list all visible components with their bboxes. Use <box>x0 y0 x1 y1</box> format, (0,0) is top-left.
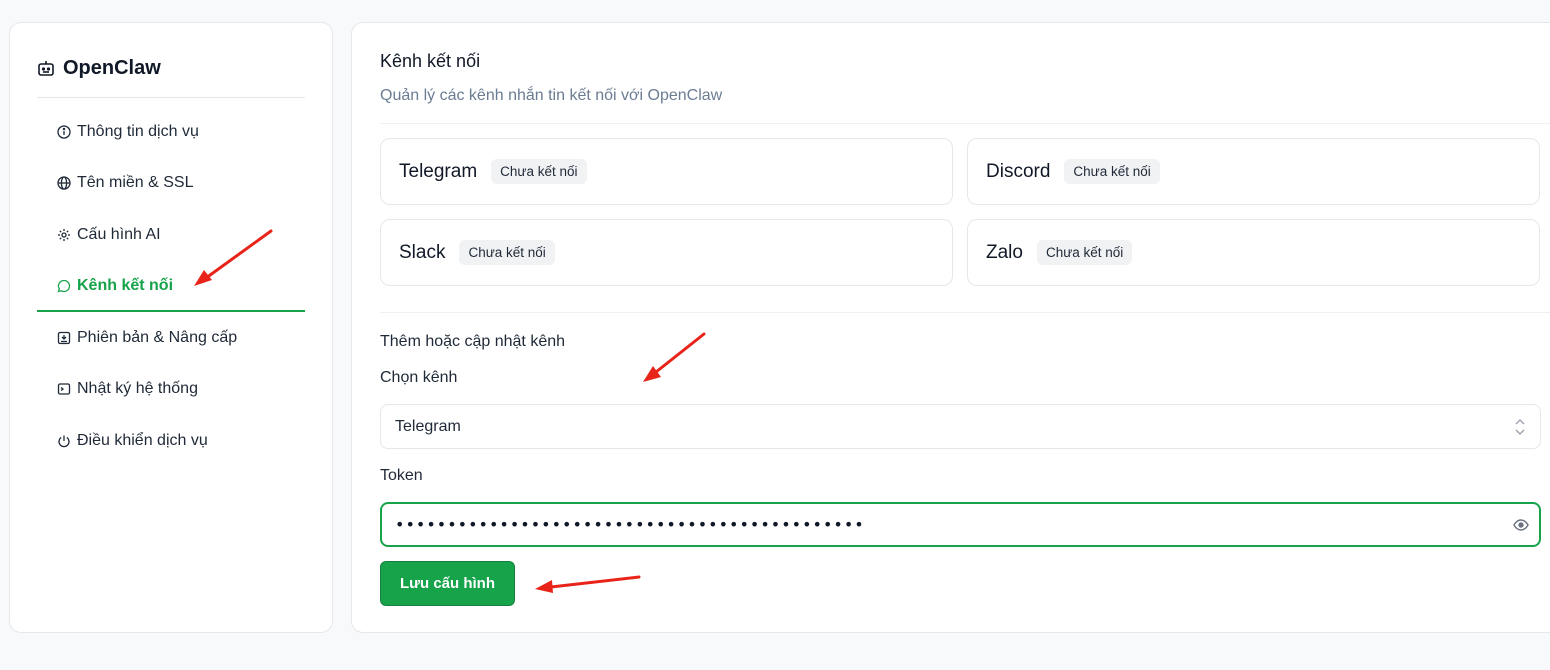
sidebar-item-label: Phiên bản & Nâng cấp <box>77 328 238 346</box>
sidebar-item-label: Thông tin dịch vụ <box>77 122 199 140</box>
token-field-wrapper <box>380 502 1541 547</box>
sidebar-item-service-info[interactable]: Thông tin dịch vụ <box>37 106 305 158</box>
token-label: Token <box>380 467 423 484</box>
status-badge: Chưa kết nối <box>459 240 555 265</box>
token-input[interactable] <box>395 515 1475 534</box>
terminal-icon <box>57 382 71 396</box>
channel-name: Discord <box>986 160 1051 182</box>
main-panel: Kênh kết nối Quản lý các kênh nhắn tin k… <box>351 22 1550 633</box>
sidebar-item-label: Cấu hình AI <box>77 225 161 243</box>
channel-card-zalo[interactable]: Zalo Chưa kết nối <box>967 219 1540 286</box>
sidebar-item-channels[interactable]: Kênh kết nối <box>37 261 305 313</box>
sidebar-item-label: Kênh kết nối <box>77 277 174 295</box>
sidebar-item-system-log[interactable]: Nhật ký hệ thống <box>37 364 305 416</box>
gear-icon <box>57 228 71 242</box>
save-config-button[interactable]: Lưu cấu hình <box>380 561 515 606</box>
divider <box>380 123 1550 124</box>
sidebar-item-domain-ssl[interactable]: Tên miền & SSL <box>37 158 305 210</box>
sidebar-item-label: Điều khiển dịch vụ <box>77 431 208 449</box>
form-section-title: Thêm hoặc cập nhật kênh <box>380 333 566 350</box>
status-badge: Chưa kết nối <box>1036 240 1133 265</box>
sidebar-item-label: Nhật ký hệ thống <box>77 380 198 398</box>
divider <box>37 97 305 98</box>
channel-name: Telegram <box>399 160 478 182</box>
brand: OpenClaw <box>37 53 305 83</box>
channel-card-telegram[interactable]: Telegram Chưa kết nối <box>380 138 953 205</box>
info-icon <box>57 125 71 139</box>
sidebar-item-ai-config[interactable]: Cấu hình AI <box>37 209 305 261</box>
channel-select-label: Chọn kênh <box>380 369 458 386</box>
channel-name: Slack <box>399 241 446 263</box>
channel-name: Zalo <box>986 241 1023 263</box>
chat-icon <box>57 279 71 293</box>
sidebar-item-service-control[interactable]: Điều khiển dịch vụ <box>37 415 305 467</box>
eye-icon[interactable] <box>1513 518 1529 537</box>
channel-card-slack[interactable]: Slack Chưa kết nối <box>380 219 953 286</box>
page-subtitle: Quản lý các kênh nhắn tin kết nối với Op… <box>380 87 723 104</box>
status-badge: Chưa kết nối <box>491 159 587 184</box>
package-icon <box>57 331 71 345</box>
chevron-up-down-icon <box>1514 418 1526 441</box>
status-badge: Chưa kết nối <box>1064 159 1160 184</box>
globe-icon <box>57 176 71 190</box>
sidebar-item-label: Tên miền & SSL <box>77 174 194 192</box>
channel-select[interactable]: Telegram <box>380 404 1541 449</box>
power-icon <box>57 434 71 448</box>
divider <box>380 312 1550 313</box>
channel-card-discord[interactable]: Discord Chưa kết nối <box>967 138 1540 205</box>
page-title: Kênh kết nối <box>380 51 481 71</box>
channel-select-value: Telegram <box>395 417 461 435</box>
sidebar-item-version-upgrade[interactable]: Phiên bản & Nâng cấp <box>37 312 305 364</box>
brand-name: OpenClaw <box>63 56 161 79</box>
robot-icon <box>37 59 55 77</box>
sidebar: OpenClaw Thông tin dịch vụ Tên miền & SS… <box>9 22 333 633</box>
